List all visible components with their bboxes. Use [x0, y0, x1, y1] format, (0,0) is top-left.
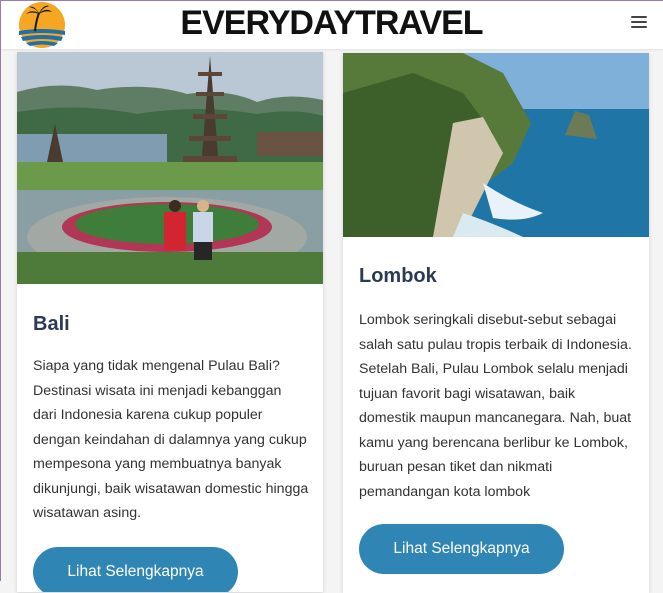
destination-card-bali: Bali Siapa yang tidak mengenal Pulau Bal…	[17, 52, 323, 592]
card-description: Lombok seringkali disebut-sebut sebagai …	[359, 312, 632, 500]
see-more-button-bali[interactable]: Lihat Selengkapnya	[33, 547, 238, 592]
bali-temple-image	[17, 52, 323, 284]
lombok-cliff-image	[343, 53, 649, 237]
see-more-button-lombok[interactable]: Lihat Selengkapnya	[359, 524, 564, 574]
card-title: Lombok	[359, 265, 437, 287]
brand-title[interactable]: EVERYDAYTRAVEL	[0, 4, 663, 43]
card-description: Siapa yang tidak mengenal Pulau Bali? De…	[33, 358, 309, 521]
top-navbar: EVERYDAYTRAVEL	[0, 0, 663, 49]
card-title: Bali	[33, 313, 70, 335]
destination-card-lombok: Lombok Lombok seringkali disebut-sebut s…	[343, 53, 649, 593]
hamburger-menu-icon[interactable]	[631, 16, 647, 30]
